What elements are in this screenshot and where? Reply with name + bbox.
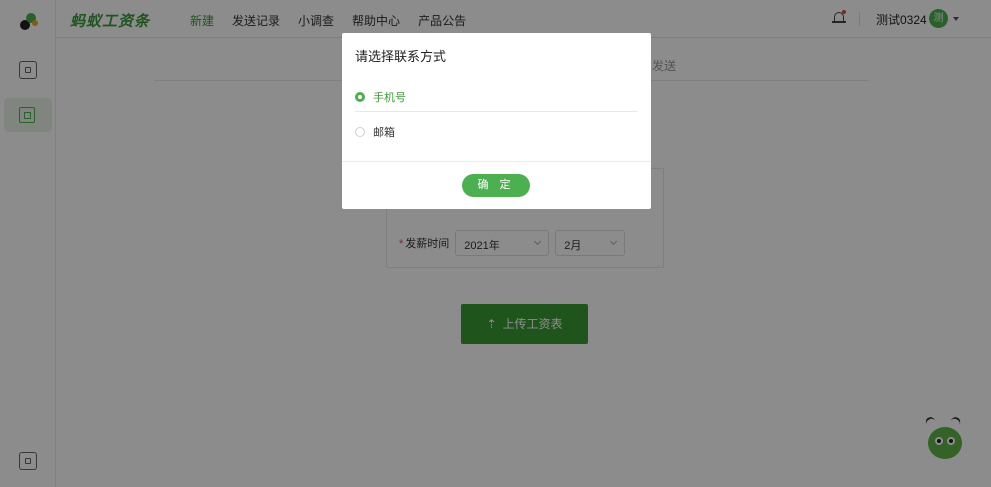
dialog-title: 请选择联系方式 <box>355 49 447 64</box>
contact-method-dialog: 请选择联系方式 手机号 邮箱 确 定 <box>342 33 651 209</box>
dialog-footer-divider <box>342 161 651 162</box>
option-label: 邮箱 <box>373 127 395 139</box>
confirm-button[interactable]: 确 定 <box>462 174 530 197</box>
option-label: 手机号 <box>373 92 406 104</box>
option-email[interactable]: 邮箱 <box>355 124 395 140</box>
option-divider <box>355 111 638 112</box>
radio-checked-icon <box>355 92 365 102</box>
radio-unchecked-icon <box>355 127 365 137</box>
option-phone[interactable]: 手机号 <box>355 89 406 105</box>
